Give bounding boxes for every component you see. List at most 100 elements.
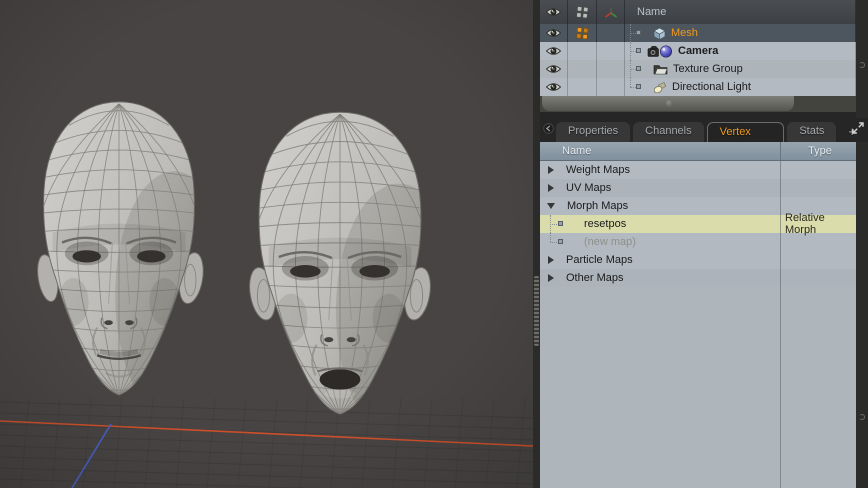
item-label: Texture Group: [673, 63, 743, 75]
tree-connector: [627, 24, 645, 42]
vm-row-particle-maps[interactable]: Particle Maps: [540, 251, 856, 269]
eye-icon: [546, 82, 561, 92]
item-list-panel: Name Mesh: [540, 0, 856, 96]
tab-stats[interactable]: Stats: [787, 122, 836, 142]
expander-expanded-icon[interactable]: [547, 203, 555, 209]
item-label: Mesh: [671, 27, 698, 39]
expander-collapsed-icon[interactable]: [548, 256, 554, 264]
panel-tab-bar: Properties Channels Vertex Maps Stats +: [540, 118, 868, 142]
tree-connector: [540, 233, 584, 251]
vm-row-label: (new map): [584, 236, 636, 248]
3d-viewport[interactable]: [0, 0, 533, 488]
viewport-vignette: [0, 0, 533, 488]
visibility-toggle[interactable]: [540, 78, 568, 96]
scroll-nub-icon: [859, 62, 865, 68]
tree-connector: [627, 42, 645, 60]
item-label: Camera: [678, 45, 718, 57]
eye-icon: [546, 28, 561, 38]
item-label: Directional Light: [672, 81, 751, 93]
lock-toggle[interactable]: [597, 24, 625, 42]
eye-icon: [546, 46, 561, 56]
vm-row-label: Particle Maps: [566, 254, 633, 266]
item-name-cell: Mesh: [625, 24, 856, 42]
render-toggle[interactable]: [568, 24, 597, 42]
camera-icon: [647, 44, 673, 58]
lock-column-header[interactable]: [597, 0, 625, 24]
tree-connector: [627, 78, 645, 96]
vm-type-cell: [780, 269, 856, 287]
panel-splitter[interactable]: [533, 0, 540, 488]
expand-arrows-icon: [852, 122, 864, 134]
render-toggle[interactable]: [568, 78, 597, 96]
tab-vertex-maps[interactable]: Vertex Maps: [707, 122, 785, 142]
item-row-mesh[interactable]: Mesh: [540, 24, 856, 42]
tree-connector: [540, 215, 584, 233]
vm-type-cell: [780, 161, 856, 179]
vm-row-uv-maps[interactable]: UV Maps: [540, 179, 856, 197]
item-list-footer: [540, 96, 856, 112]
vm-row-new-map[interactable]: (new map): [540, 233, 856, 251]
vertex-maps-rows: Weight Maps UV Maps Morph Maps: [540, 161, 856, 287]
visibility-toggle[interactable]: [540, 60, 568, 78]
lock-toggle[interactable]: [597, 42, 625, 60]
item-name-cell: Texture Group: [625, 60, 856, 78]
item-list-header: Name: [540, 0, 856, 24]
vm-row-other-maps[interactable]: Other Maps: [540, 269, 856, 287]
item-name-cell: Directional Light: [625, 78, 856, 96]
eye-icon: [546, 7, 561, 17]
vm-row-weight-maps[interactable]: Weight Maps: [540, 161, 856, 179]
tab-properties[interactable]: Properties: [556, 122, 630, 142]
render-column-header[interactable]: [568, 0, 597, 24]
vm-type-cell: [780, 251, 856, 269]
vertex-maps-header: Name Type: [540, 142, 859, 161]
vm-type-cell: [780, 233, 856, 251]
vm-row-label: resetpos: [584, 218, 626, 230]
directional-light-icon: [653, 81, 667, 94]
mesh-cube-icon: [653, 27, 666, 40]
vertex-maps-empty-area: [540, 287, 856, 488]
vm-row-label: Morph Maps: [567, 200, 628, 212]
item-row-directional-light[interactable]: Directional Light: [540, 78, 856, 96]
axis-icon: [604, 6, 618, 19]
vm-type-column-header[interactable]: Type: [780, 142, 859, 160]
item-name-cell: Camera: [625, 42, 856, 60]
eye-icon: [546, 64, 561, 74]
item-row-texture-group[interactable]: Texture Group: [540, 60, 856, 78]
scroll-nub-icon: [859, 414, 865, 420]
vm-row-resetpos[interactable]: resetpos Relative Morph: [540, 215, 856, 233]
item-list-collapse-bar[interactable]: [542, 96, 794, 111]
expander-collapsed-icon[interactable]: [548, 184, 554, 192]
vm-type-cell: Relative Morph: [780, 215, 856, 233]
render-toggle-on-icon: [576, 27, 589, 40]
splitter-grip-icon[interactable]: [534, 276, 539, 346]
vm-row-label: UV Maps: [566, 182, 611, 194]
item-row-camera[interactable]: Camera: [540, 42, 856, 60]
app-window: Name Mesh: [0, 0, 868, 488]
render-toggle[interactable]: [568, 60, 597, 78]
visibility-toggle[interactable]: [540, 42, 568, 60]
lock-toggle[interactable]: [597, 78, 625, 96]
vm-name-column-header[interactable]: Name: [540, 142, 780, 160]
vertex-maps-panel: Name Type Weight Maps UV Maps Morph Map: [540, 142, 868, 488]
collapse-handle-icon[interactable]: [666, 100, 673, 107]
tab-overflow-button[interactable]: [543, 123, 554, 137]
right-panel: Name Mesh: [540, 0, 868, 488]
tab-overflow-icon: [543, 123, 554, 134]
vm-row-label: Other Maps: [566, 272, 623, 284]
expand-panel-button[interactable]: [852, 122, 864, 137]
render-toggle[interactable]: [568, 42, 597, 60]
render-toggle-icon: [576, 6, 589, 19]
name-column-header[interactable]: Name: [625, 0, 856, 24]
lock-toggle[interactable]: [597, 60, 625, 78]
visibility-column-header[interactable]: [540, 0, 568, 24]
tab-channels[interactable]: Channels: [633, 122, 703, 142]
vm-type-cell: [780, 179, 856, 197]
visibility-toggle[interactable]: [540, 24, 568, 42]
tree-connector: [627, 60, 645, 78]
vm-row-label: Weight Maps: [566, 164, 630, 176]
expander-collapsed-icon[interactable]: [548, 274, 554, 282]
item-list-scrollbar-track[interactable]: [856, 0, 868, 118]
vertex-maps-scrollbar-track[interactable]: [856, 142, 868, 488]
viewport-canvas: [0, 0, 533, 488]
expander-collapsed-icon[interactable]: [548, 166, 554, 174]
